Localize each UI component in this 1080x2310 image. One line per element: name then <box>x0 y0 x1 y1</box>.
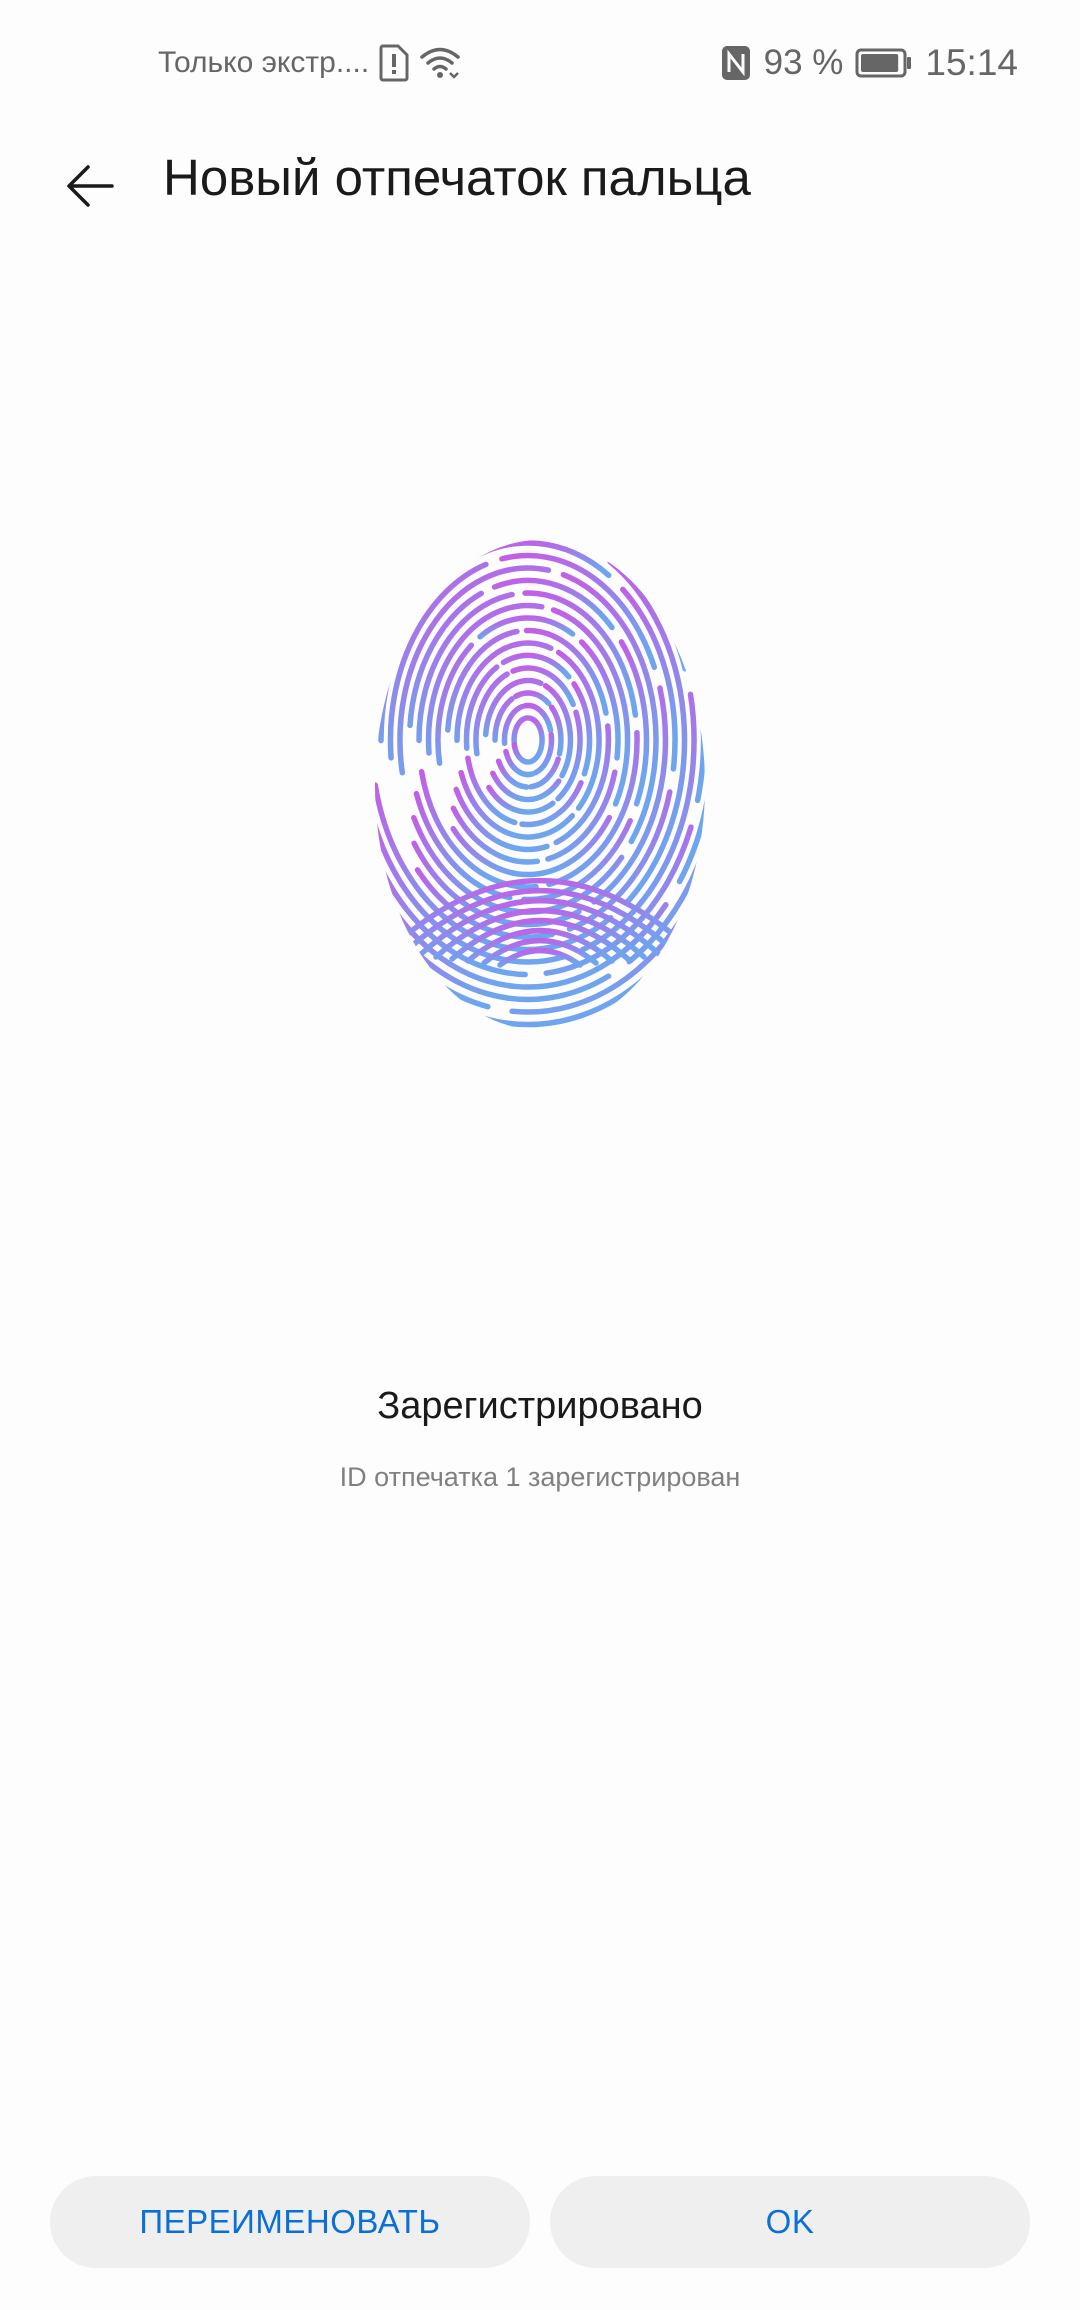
fingerprint-ridge <box>530 716 545 759</box>
sim-alert-icon <box>379 44 409 82</box>
bottom-button-bar: ПЕРЕИМЕНОВАТЬ OK <box>50 2176 1030 2268</box>
result-title: Зарегистрировано <box>377 1385 703 1427</box>
battery-icon <box>855 48 913 78</box>
back-button[interactable] <box>48 144 132 228</box>
nfc-icon <box>720 44 752 82</box>
fingerprint-ridge <box>511 715 535 747</box>
carrier-text: Только экстр.... <box>158 46 370 79</box>
fingerprint-ridge <box>511 741 540 765</box>
result-subtitle: ID отпечатка 1 зарегистрирован <box>339 1462 741 1492</box>
battery-percent: 93 % <box>763 43 844 82</box>
rename-button[interactable]: ПЕРЕИМЕНОВАТЬ <box>50 2176 530 2268</box>
fingerprint-icon <box>360 535 720 1035</box>
wifi-icon <box>419 45 461 81</box>
fingerprint-ridge <box>512 690 552 707</box>
page-title: Новый отпечаток пальца <box>163 149 751 206</box>
status-bar-left: Только экстр.... <box>158 40 461 86</box>
status-bar: Только экстр.... 93 % 15:14 <box>0 0 1080 126</box>
fingerprint-enrolled-screen: Только экстр.... 93 % 15:14 Новый отпеча… <box>0 0 1080 2310</box>
app-bar: Новый отпечаток пальца <box>0 126 1080 226</box>
arrow-left-icon <box>62 158 118 214</box>
status-bar-right: 93 % 15:14 <box>720 40 1018 86</box>
fingerprint-ridge <box>477 615 576 640</box>
ok-button[interactable]: OK <box>550 2176 1030 2268</box>
clock-time: 15:14 <box>925 42 1018 83</box>
